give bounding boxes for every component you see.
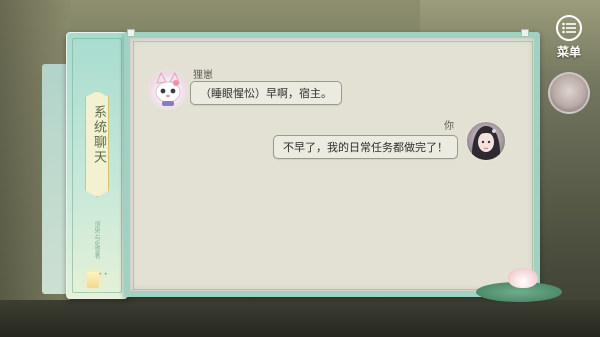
message-bubble: 不早了，我的日常任务都做完了！ <box>273 135 458 159</box>
menu-button[interactable]: 菜单 <box>549 15 589 65</box>
tab-title: 系统聊天 <box>91 105 106 165</box>
lantern-icon <box>87 272 99 288</box>
lotus-flower-icon <box>508 268 538 288</box>
background-floor <box>0 300 600 337</box>
tab-subtitle: 须臾·与化雪者 <box>93 221 100 259</box>
list-icon <box>556 15 582 41</box>
corner-pin-icon <box>521 29 529 37</box>
corner-pin-icon <box>127 29 135 37</box>
girl-avatar-icon[interactable] <box>466 121 506 161</box>
speaker-name: 你 <box>444 121 454 132</box>
menu-label: 菜单 <box>556 45 581 59</box>
system-chat-tab[interactable]: 系统聊天 须臾·与化雪者 • • • <box>66 32 128 299</box>
message-bubble: （睡眼惺忪）早啊，宿主。 <box>190 81 342 105</box>
cat-avatar-icon[interactable] <box>148 70 188 110</box>
speaker-name: 狸崽 <box>193 70 213 81</box>
character-avatar-icon[interactable] <box>548 72 590 114</box>
